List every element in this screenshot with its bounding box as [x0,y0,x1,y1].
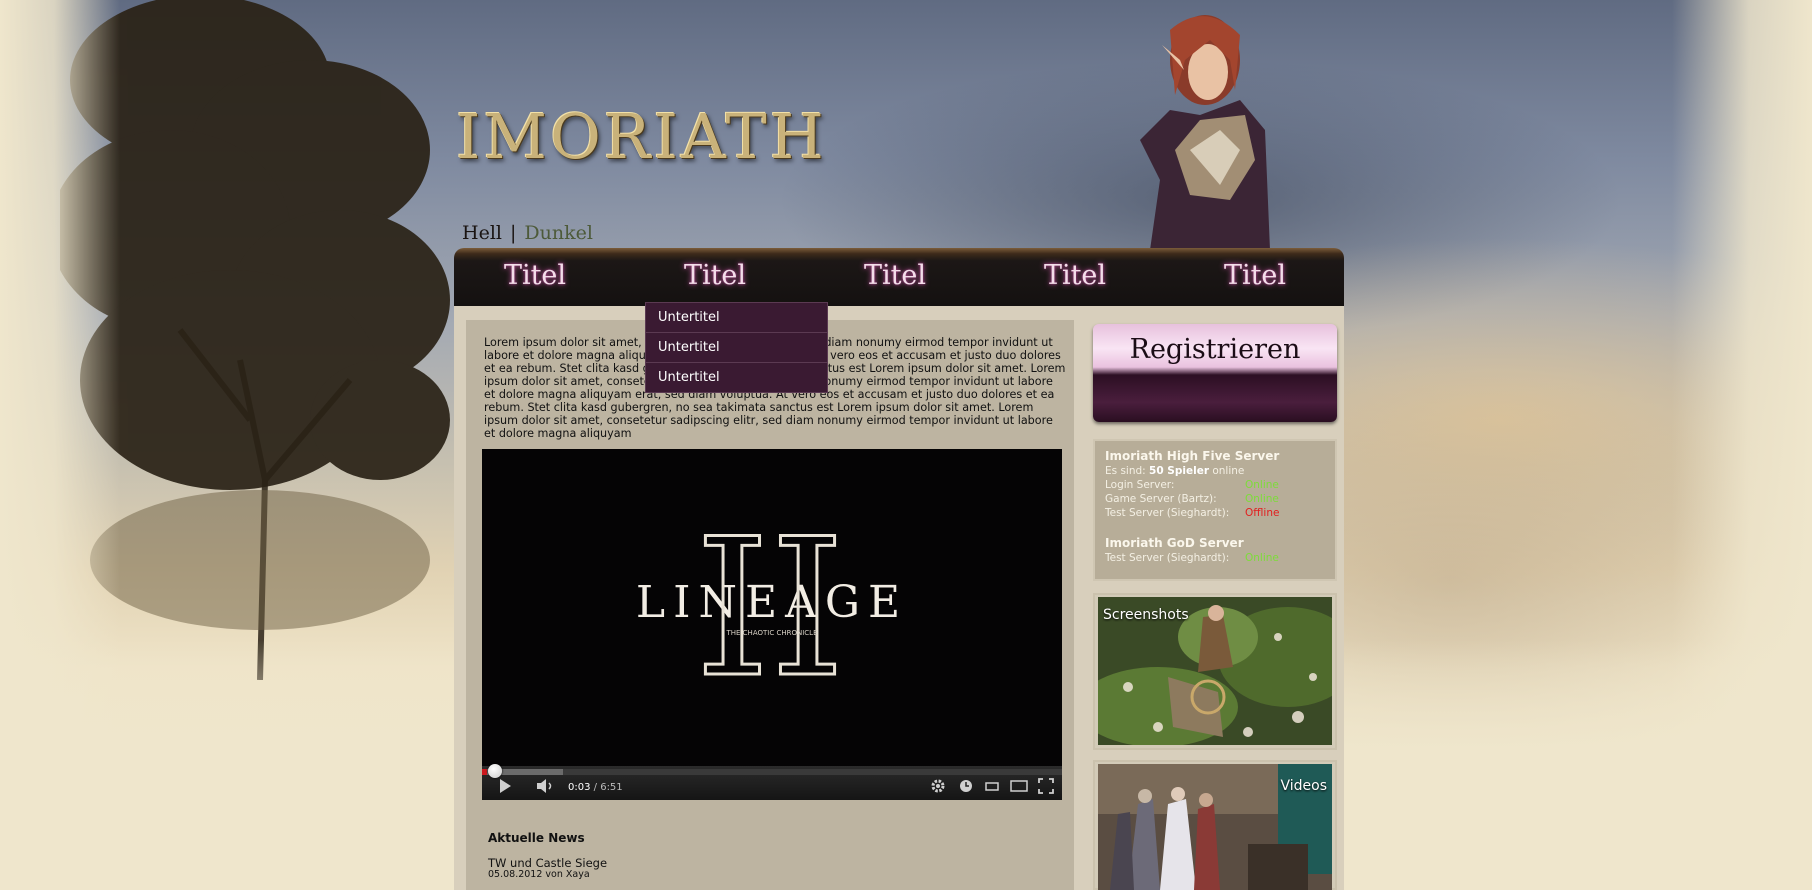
register-button[interactable]: Registrieren [1093,324,1337,422]
dropdown-item-1[interactable]: Untertitel [646,303,827,333]
screenshots-label: Screenshots [1103,607,1189,623]
status-row-test: Test Server (Sieghardt): Offline [1105,507,1335,521]
large-player-icon[interactable] [1010,778,1028,798]
players-count: 50 Spieler [1149,465,1209,477]
news-item-title[interactable]: TW und Castle Siege [488,856,607,870]
video-played-bar [482,769,487,775]
character-illustration [1140,15,1270,250]
status-row-god-test: Test Server (Sieghardt): Online [1105,552,1335,566]
video-player[interactable]: LINEAGE II THE CHAOTIC CHRONICLE 0:03 / … [482,449,1062,800]
nav-item-3[interactable]: Titel [825,260,965,291]
time-current: 0:03 [568,782,591,793]
video-progress-track[interactable] [482,769,1062,775]
videos-box[interactable]: Videos [1093,760,1337,890]
theme-separator: | [509,222,517,244]
video-logo-subtitle: THE CHAOTIC CHRONICLE [725,629,817,637]
volume-icon[interactable] [536,778,554,798]
time-total: 6:51 [600,782,623,793]
nav-item-2[interactable]: Titel [645,260,785,291]
nav-item-1[interactable]: Titel [465,260,605,291]
god-server-title: Imoriath GoD Server [1105,536,1244,550]
server-status-panel: Imoriath High Five Server Es sind: 50 Sp… [1093,439,1337,581]
lineage-logo: LINEAGE II THE CHAOTIC CHRONICLE [636,509,900,699]
small-player-icon[interactable] [984,778,1000,798]
news-heading: Aktuelle News [488,831,585,845]
status-label: Test Server (Sieghardt): [1105,552,1230,564]
video-scrubber[interactable] [488,764,502,778]
status-label: Test Server (Sieghardt): [1105,507,1230,519]
status-value: Online [1245,552,1279,564]
status-value: Offline [1245,507,1280,519]
status-label: Game Server (Bartz): [1105,493,1217,505]
nav-dropdown-menu: Untertitel Untertitel Untertitel [645,302,828,393]
screenshots-box[interactable]: Screenshots [1093,593,1337,750]
time-separator: / [590,782,601,793]
main-navigation: Titel Titel Titel Titel Titel [454,248,1344,306]
fullscreen-icon[interactable] [1038,778,1054,798]
theme-dark-link[interactable]: Dunkel [524,222,593,244]
players-suffix: online [1212,465,1245,477]
theme-light-link[interactable]: Hell [462,222,502,244]
play-icon[interactable] [498,778,512,798]
theme-switcher: Hell | Dunkel [462,222,593,244]
status-value: Online [1245,493,1279,505]
videos-label: Videos [1280,778,1327,794]
dropdown-item-2[interactable]: Untertitel [646,333,827,363]
players-prefix: Es sind: [1105,465,1146,477]
watch-later-icon[interactable] [958,778,974,798]
status-row-login: Login Server: Online [1105,479,1335,493]
settings-icon[interactable] [930,778,946,798]
status-value: Online [1245,479,1279,491]
nav-item-5[interactable]: Titel [1185,260,1325,291]
players-online: Es sind: 50 Spieler online [1105,465,1335,479]
high-five-server-title: Imoriath High Five Server [1105,449,1280,463]
nav-item-4[interactable]: Titel [1005,260,1145,291]
dropdown-item-3[interactable]: Untertitel [646,363,827,392]
tree-silhouette [60,0,450,680]
video-time: 0:03 / 6:51 [568,778,623,798]
status-label: Login Server: [1105,479,1175,491]
video-logo-numeral: II [695,509,845,699]
site-logo[interactable]: IMORIATH [456,100,827,173]
status-row-game: Game Server (Bartz): Online [1105,493,1335,507]
news-item-meta: 05.08.2012 von Xaya [488,869,590,880]
register-label: Registrieren [1129,334,1301,365]
